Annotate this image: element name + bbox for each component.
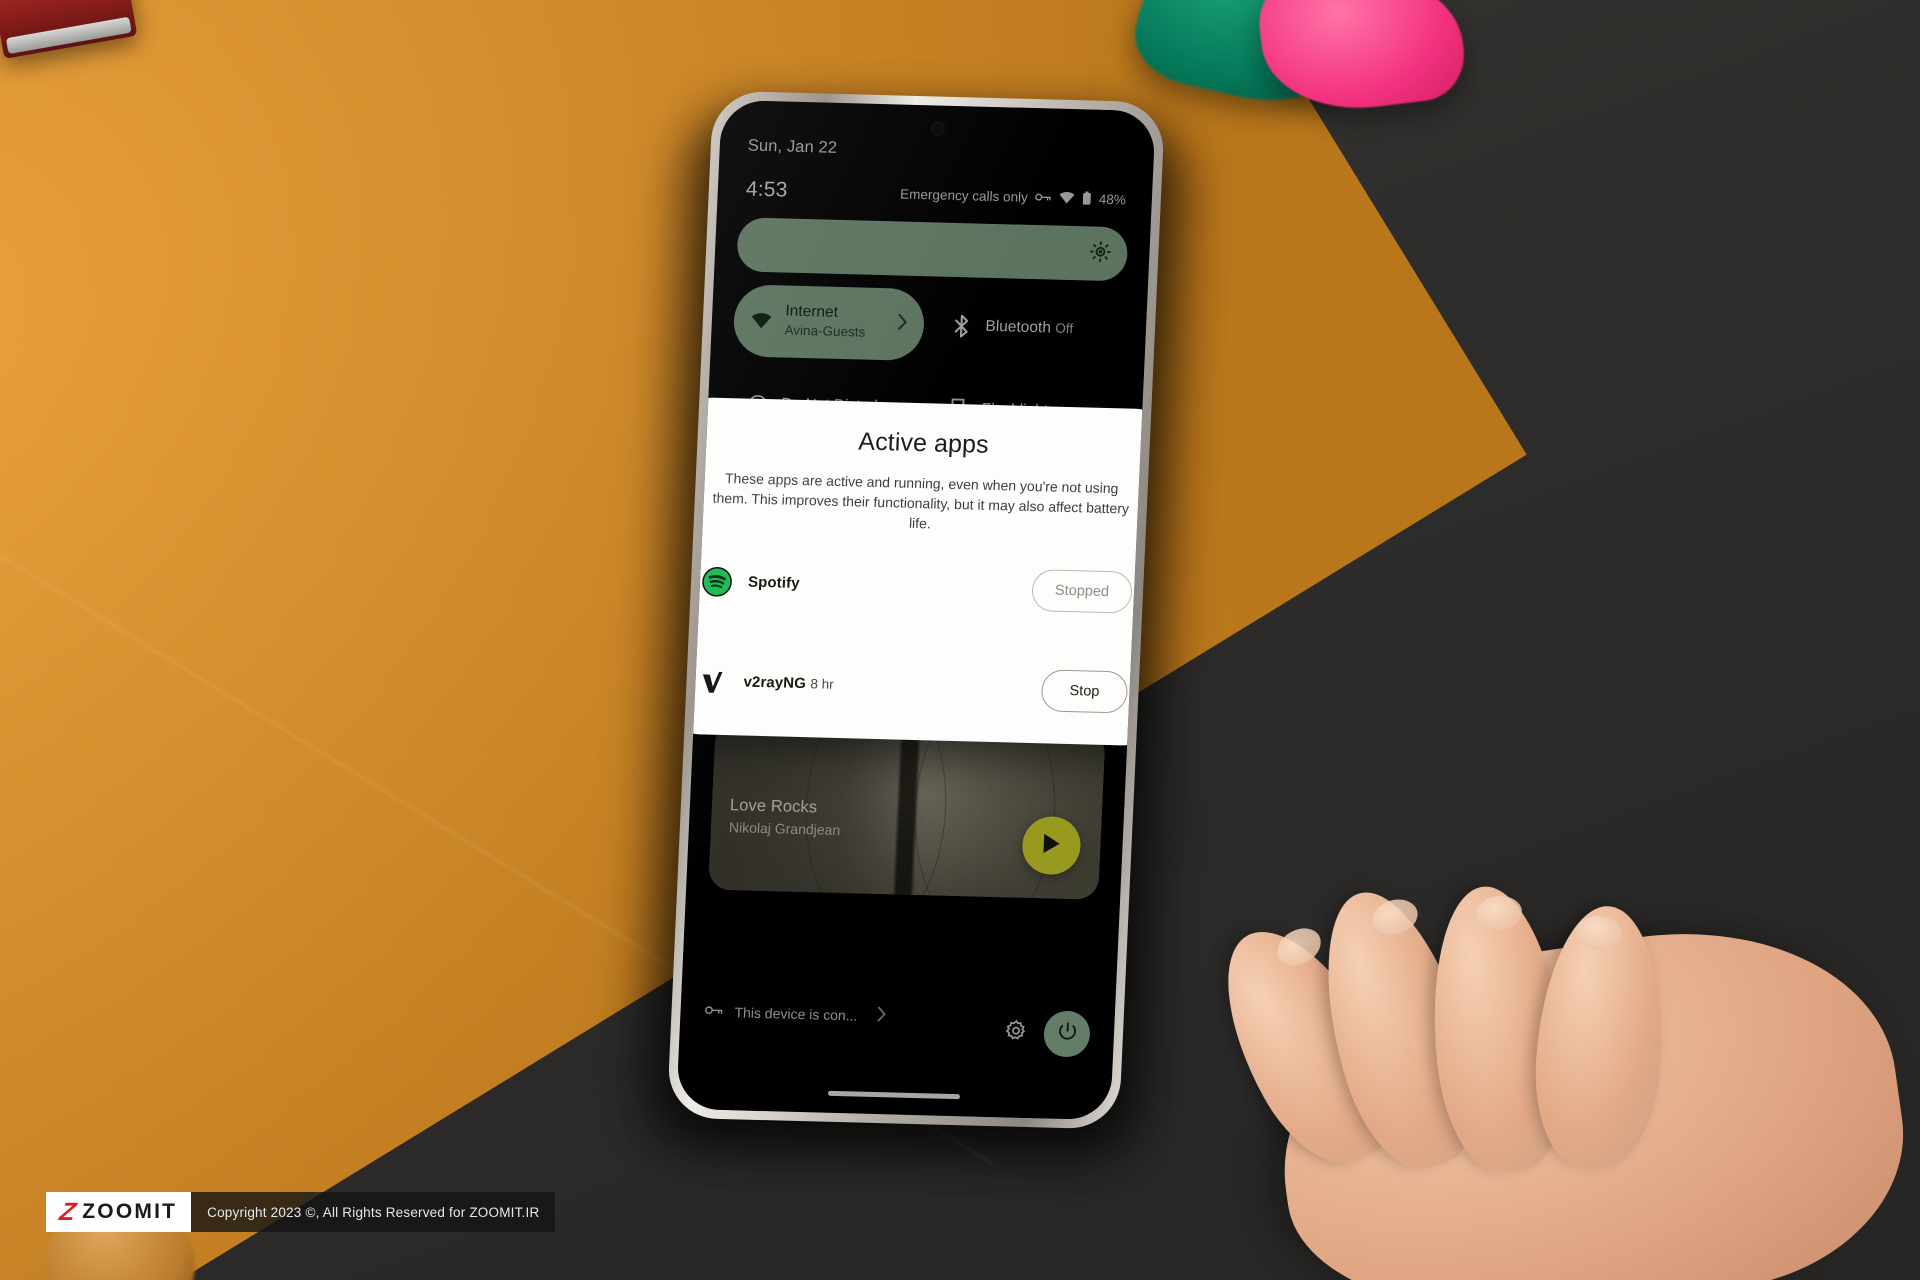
app-name: Spotify xyxy=(747,573,801,592)
v2rayng-metadata: v2rayNG 8 hr xyxy=(743,673,1026,698)
dialog-description: These apps are active and running, even … xyxy=(712,469,1130,532)
spotify-icon xyxy=(701,566,732,597)
zoomit-watermark: Z ZOOMIT Copyright 2023 ©, All Rights Re… xyxy=(46,1192,556,1232)
active-app-row-v2rayng: v2rayNG 8 hr Stop xyxy=(696,648,1129,725)
watermark-copyright: Copyright 2023 ©, All Rights Reserved fo… xyxy=(207,1204,540,1220)
active-app-row-spotify: Spotify Stopped xyxy=(701,548,1134,625)
active-apps-dialog: Active apps These apps are active and ru… xyxy=(676,396,1156,746)
active-apps-list: Spotify Stopped v2rayNG 8 hr Stop xyxy=(697,556,1134,715)
human-hand xyxy=(1191,875,1920,1280)
phone-screen: Sun, Jan 22 4:53 Emergency calls only 48… xyxy=(676,99,1156,1121)
dialog-title: Active apps xyxy=(857,427,990,459)
v2rayng-stop-button[interactable]: Stop xyxy=(1040,668,1129,714)
app-runtime: 8 hr xyxy=(810,675,835,692)
phone-device: Sun, Jan 22 4:53 Emergency calls only 48… xyxy=(639,90,1191,1163)
spotify-metadata: Spotify xyxy=(748,573,1017,598)
spotify-stop-button[interactable]: Stopped xyxy=(1031,568,1133,614)
app-name: v2rayNG xyxy=(743,673,807,692)
watermark-logo: Z ZOOMIT xyxy=(46,1192,192,1232)
v2rayng-icon xyxy=(697,666,728,697)
watermark-brand: ZOOMIT xyxy=(82,1200,178,1223)
zoomit-logo-icon: Z xyxy=(57,1197,77,1226)
phone-frame: Sun, Jan 22 4:53 Emergency calls only 48… xyxy=(666,90,1166,1130)
